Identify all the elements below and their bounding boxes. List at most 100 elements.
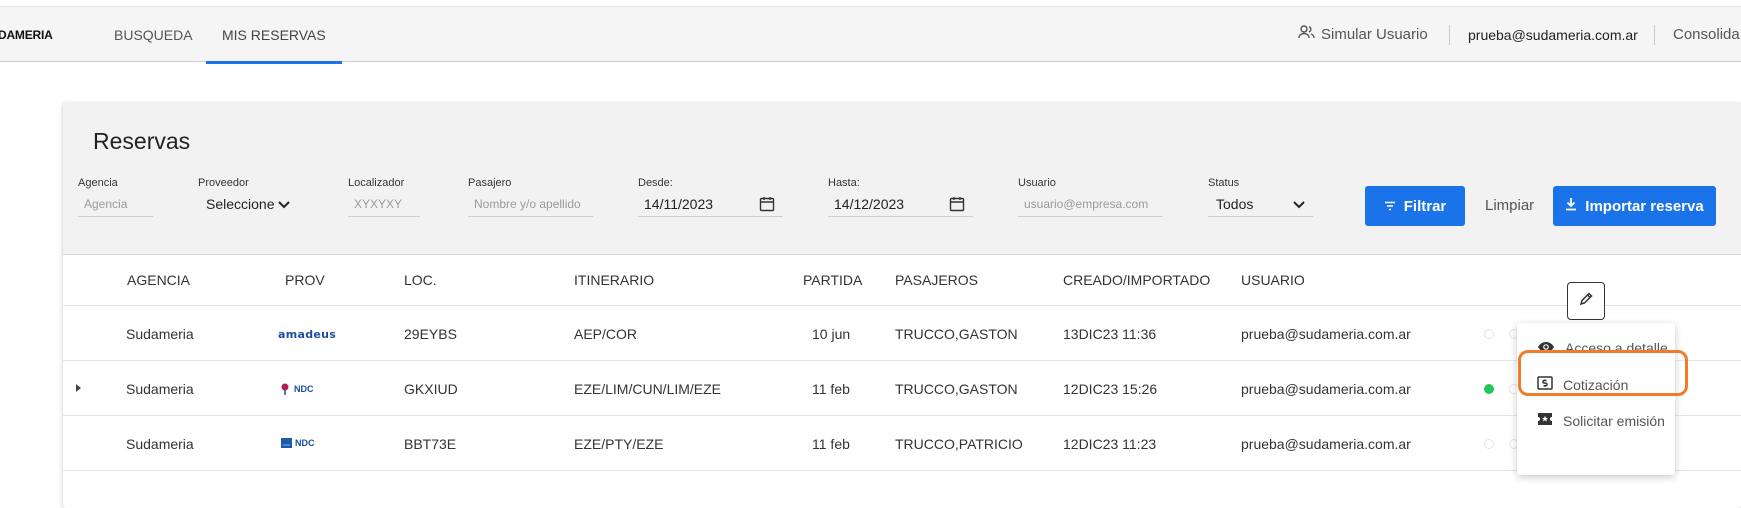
filter-proveedor-label: Proveedor <box>198 177 249 189</box>
cell-pasajeros: TRUCCO,PATRICIO <box>895 436 1023 452</box>
status-dot <box>1484 329 1494 339</box>
edit-actions-button[interactable] <box>1567 282 1605 320</box>
menu-item-issue[interactable]: Solicitar emisión <box>1537 412 1665 429</box>
cell-pasajeros: TRUCCO,GASTON <box>895 381 1018 397</box>
users-icon <box>1298 7 1315 63</box>
cell-creado: 13DIC23 11:36 <box>1063 326 1157 342</box>
cell-pasajeros: TRUCCO,GASTON <box>895 326 1018 342</box>
expand-row-icon[interactable] <box>76 384 81 392</box>
col-itinerario[interactable]: ITINERARIO <box>574 272 654 288</box>
cell-agencia: Sudameria <box>126 436 194 452</box>
brand-logo[interactable]: DAMERIA <box>0 28 53 42</box>
chevron-down-icon <box>1293 196 1305 212</box>
cell-agencia: Sudameria <box>126 326 194 342</box>
filter-usuario: Usuario <box>1018 177 1163 217</box>
filter-icon <box>1384 198 1396 215</box>
highlight-annotation <box>1518 350 1688 396</box>
amadeus-logo: amadeus <box>278 328 337 341</box>
cell-loc: BBT73E <box>404 436 457 452</box>
nav-divider <box>1449 25 1450 45</box>
cell-partida: 11 feb <box>812 381 850 397</box>
filter-button-label: Filtrar <box>1403 197 1447 215</box>
usuario-input[interactable] <box>1018 191 1163 217</box>
cell-loc: 29EYBS <box>404 326 457 342</box>
cell-itinerario: AEP/COR <box>574 326 638 342</box>
filter-desde-label: Desde: <box>638 177 673 189</box>
col-prov[interactable]: PROV <box>285 272 325 288</box>
clear-button[interactable]: Limpiar <box>1485 197 1534 214</box>
cell-usuario: prueba@sudameria.com.ar <box>1241 326 1411 342</box>
filter-localizador: Localizador <box>348 177 420 217</box>
consolidate-link[interactable]: Consolida <box>1673 7 1740 63</box>
filter-status: Status Todos <box>1208 177 1313 217</box>
status-dot-active <box>1484 384 1494 394</box>
col-pasajeros[interactable]: PASAJEROS <box>895 272 978 288</box>
localizador-input[interactable] <box>348 191 420 217</box>
ticket-icon <box>1537 412 1553 429</box>
filter-usuario-label: Usuario <box>1018 177 1056 189</box>
status-dot <box>1484 439 1494 449</box>
filter-agencia: Agencia <box>78 177 153 217</box>
pencil-icon <box>1578 291 1594 312</box>
menu-item-label: Solicitar emisión <box>1563 412 1665 429</box>
status-selected: Todos <box>1216 195 1254 212</box>
hasta-date-input[interactable]: 14/12/2023 <box>828 191 973 217</box>
tab-busqueda[interactable]: BUSQUEDA <box>114 7 193 63</box>
cell-partida: 11 feb <box>812 436 850 452</box>
simulate-user-label: Simular Usuario <box>1321 26 1428 43</box>
simulate-user-button[interactable]: Simular Usuario <box>1298 7 1428 63</box>
download-icon <box>1565 197 1577 215</box>
hasta-value: 14/12/2023 <box>834 195 905 212</box>
proveedor-select[interactable]: Seleccione <box>198 191 298 217</box>
filters-panel: Reservas Agencia Proveedor Seleccione Lo… <box>63 103 1741 255</box>
top-navbar: DAMERIA BUSQUEDA MIS RESERVAS Simular Us… <box>0 6 1741 64</box>
nav-divider <box>1654 25 1655 45</box>
agencia-input[interactable] <box>78 191 153 217</box>
cell-loc: GKXIUD <box>404 381 458 397</box>
page-title: Reservas <box>93 128 191 154</box>
cell-creado: 12DIC23 11:23 <box>1063 436 1157 452</box>
filter-status-label: Status <box>1208 177 1240 189</box>
table-header: AGENCIA PROV LOC. ITINERARIO PARTIDA PAS… <box>63 255 1741 306</box>
user-email-menu[interactable]: prueba@sudameria.com.ar <box>1468 7 1638 63</box>
cell-itinerario: EZE/LIM/CUN/LIM/EZE <box>574 381 722 397</box>
col-agencia[interactable]: AGENCIA <box>127 272 190 288</box>
table-row[interactable]: Sudameria NDC GKXIUD EZE/LIM/CUN/LIM/EZE… <box>63 361 1741 416</box>
import-button-label: Importar reserva <box>1585 197 1704 215</box>
import-button[interactable]: Importar reserva <box>1553 186 1716 226</box>
calendar-icon[interactable] <box>949 196 965 212</box>
chevron-down-icon <box>278 196 290 212</box>
filter-hasta: Hasta: 14/12/2023 <box>828 177 973 217</box>
desde-date-input[interactable]: 14/11/2023 <box>638 191 783 217</box>
filter-proveedor: Proveedor Seleccione <box>198 177 298 217</box>
active-tab-indicator <box>206 61 342 64</box>
row-actions-menu: Acceso a detalle Cotización Solicitar em… <box>1517 323 1675 475</box>
cell-agencia: Sudameria <box>126 381 194 397</box>
cell-partida: 10 jun <box>812 326 851 342</box>
filter-hasta-label: Hasta: <box>828 177 860 189</box>
calendar-icon[interactable] <box>759 196 775 212</box>
status-select[interactable]: Todos <box>1208 191 1313 217</box>
cell-usuario: prueba@sudameria.com.ar <box>1241 381 1411 397</box>
filter-localizador-label: Localizador <box>348 177 405 189</box>
filter-desde: Desde: 14/11/2023 <box>638 177 783 217</box>
tab-mis-reservas-label: MIS RESERVAS <box>222 27 326 43</box>
table-row[interactable]: Sudameria NDC BBT73E EZE/PTY/EZE 11 feb … <box>63 416 1741 471</box>
col-usuario[interactable]: USUARIO <box>1241 272 1305 288</box>
cell-itinerario: EZE/PTY/EZE <box>574 436 664 452</box>
filter-button[interactable]: Filtrar <box>1365 186 1465 226</box>
col-loc[interactable]: LOC. <box>404 272 437 288</box>
proveedor-selected: Seleccione <box>206 196 275 212</box>
filter-agencia-label: Agencia <box>78 177 118 189</box>
col-partida[interactable]: PARTIDA <box>803 272 862 288</box>
table-row[interactable]: Sudameria amadeus 29EYBS AEP/COR 10 jun … <box>63 306 1741 361</box>
reservations-card: Reservas Agencia Proveedor Seleccione Lo… <box>63 103 1741 508</box>
col-creado[interactable]: CREADO/IMPORTADO <box>1063 272 1210 288</box>
ndc-logo: NDC <box>281 438 315 448</box>
filter-pasajero-label: Pasajero <box>468 177 512 189</box>
filter-pasajero: Pasajero <box>468 177 593 217</box>
cell-creado: 12DIC23 15:26 <box>1063 381 1158 397</box>
pasajero-input[interactable] <box>468 191 593 217</box>
desde-value: 14/11/2023 <box>644 195 714 212</box>
tab-mis-reservas[interactable]: MIS RESERVAS <box>206 7 342 64</box>
